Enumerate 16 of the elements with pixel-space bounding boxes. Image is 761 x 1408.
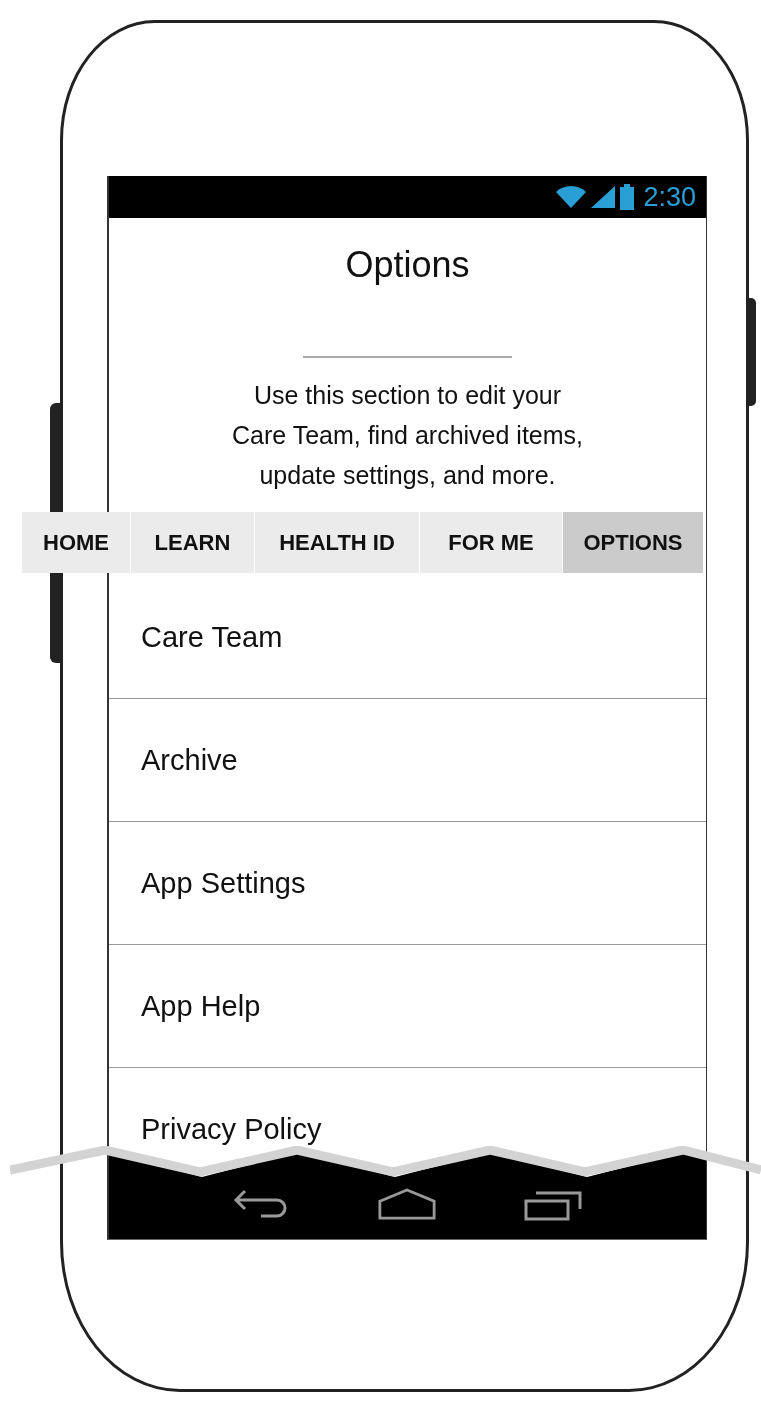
signal-icon	[591, 186, 616, 208]
battery-icon	[620, 184, 635, 210]
menu-item[interactable]: Archive	[109, 699, 706, 822]
clock-time: 2:30	[643, 181, 696, 213]
menu-item[interactable]: App Settings	[109, 822, 706, 945]
wifi-icon	[556, 185, 587, 209]
menu-item[interactable]: App Help	[109, 945, 706, 1068]
nav-tab[interactable]: LEARN	[131, 512, 254, 573]
menu-item[interactable]: Care Team	[109, 576, 706, 699]
nav-tab[interactable]: HEALTH ID	[255, 512, 419, 573]
nav-tab[interactable]: FOR ME	[420, 512, 562, 573]
nav-tab[interactable]: HOME	[22, 512, 130, 573]
home-icon[interactable]	[378, 1186, 437, 1221]
section-description: Use this section to edit your Care Team, find archived items, update settings, and more.	[231, 380, 584, 491]
page-title: Options	[345, 244, 470, 286]
nav-tab[interactable]: OPTIONS	[563, 512, 703, 573]
